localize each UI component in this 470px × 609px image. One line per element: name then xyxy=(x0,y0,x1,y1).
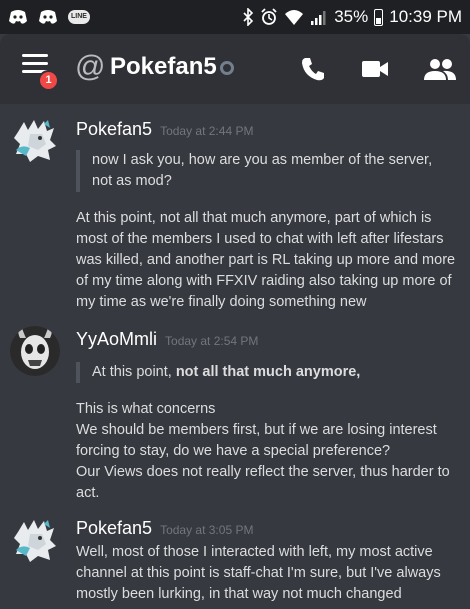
message-line: Our Views does not really reflect the se… xyxy=(76,464,450,501)
notification-icons: LINE xyxy=(8,8,90,26)
wolf-avatar-icon xyxy=(10,516,60,566)
hamburger-line xyxy=(22,62,48,65)
channel-header: 1 @ Pokefan5 xyxy=(0,34,470,104)
line-icon: LINE xyxy=(68,10,90,24)
message-text: Well, most of those I interacted with le… xyxy=(76,544,441,602)
bluetooth-icon xyxy=(243,8,254,26)
message-line: We should be members first, but if we ar… xyxy=(76,422,437,459)
message-text: This is what concerns We should be membe… xyxy=(76,399,456,504)
battery-icon xyxy=(374,8,384,26)
author-name[interactable]: Pokefan5 xyxy=(76,518,152,538)
offline-status-icon xyxy=(220,61,234,75)
channel-title: Pokefan5 xyxy=(110,53,217,80)
at-icon: @ xyxy=(75,50,106,83)
message-timestamp: Today at 2:44 PM xyxy=(160,124,254,138)
avatar[interactable] xyxy=(10,516,60,566)
wifi-icon xyxy=(285,10,304,25)
hamburger-icon xyxy=(22,54,48,57)
video-icon[interactable] xyxy=(360,56,390,82)
quote-block: At this point, not all that much anymore… xyxy=(76,362,456,383)
unread-badge: 1 xyxy=(38,70,59,91)
quote-block: now I ask you, how are you as member of … xyxy=(76,150,456,192)
system-status: 35% 10:39 PM xyxy=(242,7,462,27)
status-bar: LINE 35% 10:39 PM xyxy=(0,0,470,34)
clock: 10:39 PM xyxy=(389,7,462,26)
quote-text: At this point, xyxy=(92,364,176,380)
author-line: YyAoMmli Today at 2:54 PM xyxy=(76,329,258,350)
author-line: Pokefan5 Today at 2:44 PM xyxy=(76,119,253,140)
author-name[interactable]: Pokefan5 xyxy=(76,119,152,139)
signal-icon xyxy=(311,11,326,25)
quote-bold-text: not all that much anymore, xyxy=(175,364,361,380)
author-line: Pokefan5 Today at 3:05 PM xyxy=(76,518,253,539)
masked-figure-avatar-icon xyxy=(10,326,60,376)
battery-percent: 35% xyxy=(334,7,369,26)
discord-icon xyxy=(39,10,57,24)
message-text: At this point, not all that much anymore… xyxy=(76,210,456,310)
message-timestamp: Today at 2:54 PM xyxy=(165,334,259,348)
discord-icon xyxy=(9,10,27,24)
avatar[interactable] xyxy=(10,326,60,376)
author-name[interactable]: YyAoMmli xyxy=(76,329,157,349)
alarm-icon xyxy=(261,8,277,25)
call-icon[interactable] xyxy=(298,56,328,82)
members-icon[interactable] xyxy=(423,56,457,82)
message-list[interactable]: Pokefan5 Today at 2:44 PM now I ask you, … xyxy=(0,104,470,609)
wolf-avatar-icon xyxy=(10,116,60,166)
message-line: This is what concerns xyxy=(76,401,216,417)
message-timestamp: Today at 3:05 PM xyxy=(160,523,254,537)
avatar[interactable] xyxy=(10,116,60,166)
